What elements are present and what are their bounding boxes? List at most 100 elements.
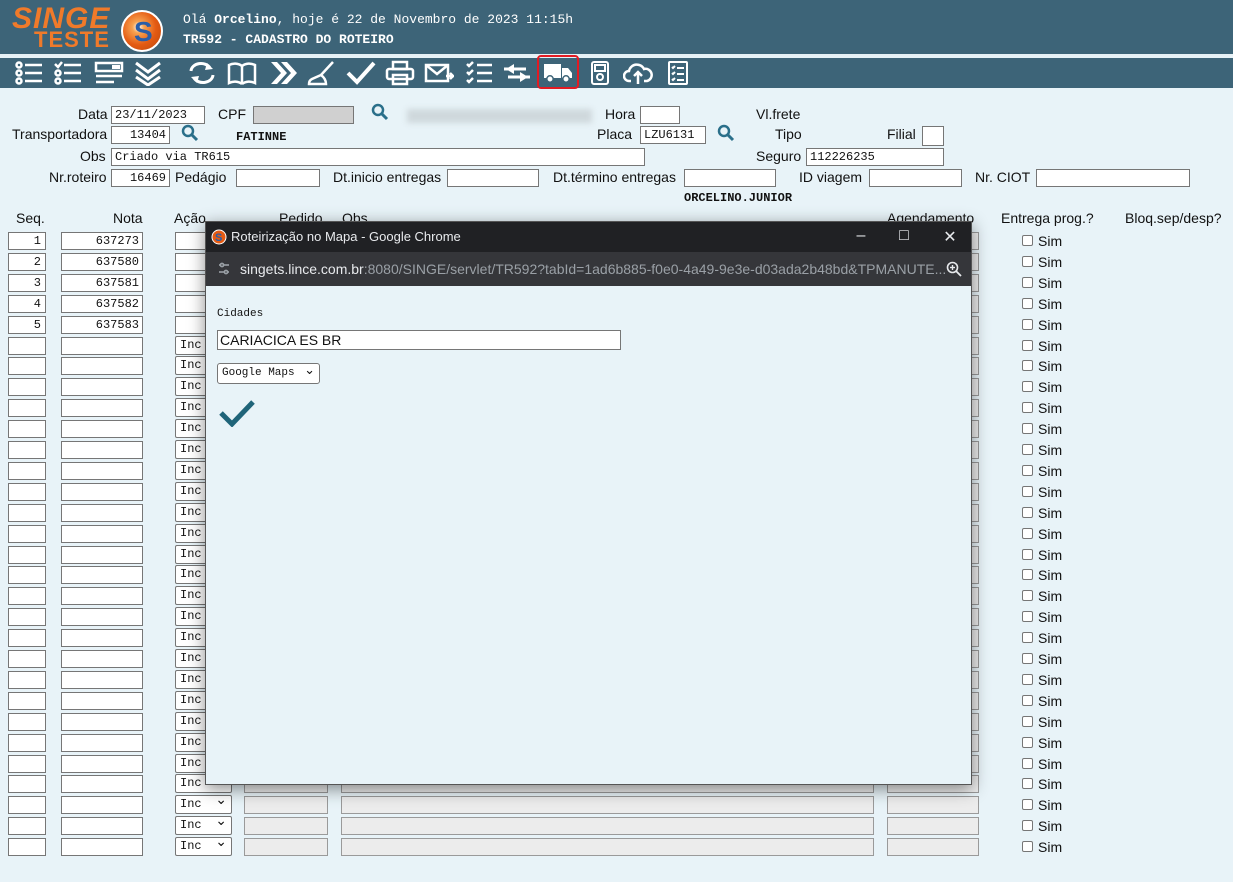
form-icon[interactable] — [92, 58, 126, 88]
seguro-input[interactable]: 112226235 — [806, 148, 944, 166]
maximize-icon[interactable]: □ — [894, 227, 914, 245]
seq-input[interactable] — [8, 587, 46, 605]
transportadora-search-icon[interactable] — [181, 124, 199, 142]
seq-input[interactable] — [8, 796, 46, 814]
entrega-prog-checkbox[interactable] — [1022, 402, 1033, 413]
entrega-prog-checkbox[interactable] — [1022, 298, 1033, 309]
entrega-prog-checkbox[interactable] — [1022, 277, 1033, 288]
seq-input[interactable] — [8, 608, 46, 626]
entrega-prog-checkbox[interactable] — [1022, 549, 1033, 560]
cloud-upload-icon[interactable] — [621, 58, 655, 88]
nrciot-input[interactable] — [1036, 169, 1190, 187]
entrega-prog-checkbox[interactable] — [1022, 611, 1033, 622]
entrega-prog-checkbox[interactable] — [1022, 695, 1033, 706]
entrega-prog-checkbox[interactable] — [1022, 360, 1033, 371]
nota-input[interactable]: 637582 — [61, 295, 143, 313]
seq-input[interactable] — [8, 337, 46, 355]
seq-input[interactable] — [8, 713, 46, 731]
data-input[interactable]: 23/11/2023 — [111, 106, 205, 124]
double-chevron-down-icon[interactable] — [131, 58, 165, 88]
nota-input[interactable] — [61, 629, 143, 647]
nota-input[interactable] — [61, 546, 143, 564]
seq-input[interactable] — [8, 357, 46, 375]
obs-cell-input[interactable] — [341, 838, 874, 856]
pedido-input[interactable] — [244, 838, 328, 856]
entrega-prog-checkbox[interactable] — [1022, 632, 1033, 643]
entrega-prog-checkbox[interactable] — [1022, 381, 1033, 392]
seq-input[interactable] — [8, 525, 46, 543]
transfer-icon[interactable] — [500, 58, 534, 88]
pedido-input[interactable] — [244, 796, 328, 814]
entrega-prog-checkbox[interactable] — [1022, 465, 1033, 476]
acao-select[interactable]: Inc — [175, 834, 232, 856]
entrega-prog-checkbox[interactable] — [1022, 590, 1033, 601]
entrega-prog-checkbox[interactable] — [1022, 528, 1033, 539]
seq-input[interactable] — [8, 504, 46, 522]
seq-input[interactable]: 2 — [8, 253, 46, 271]
seq-input[interactable]: 4 — [8, 295, 46, 313]
nota-input[interactable] — [61, 587, 143, 605]
acao-select[interactable]: Inc — [175, 792, 232, 814]
seq-input[interactable] — [8, 566, 46, 584]
checkmark-icon[interactable] — [344, 58, 378, 88]
refresh-icon[interactable] — [185, 58, 219, 88]
nota-input[interactable] — [61, 608, 143, 626]
seq-input[interactable]: 1 — [8, 232, 46, 250]
nota-input[interactable] — [61, 420, 143, 438]
nota-input[interactable] — [61, 734, 143, 752]
entrega-prog-checkbox[interactable] — [1022, 569, 1033, 580]
entrega-prog-checkbox[interactable] — [1022, 778, 1033, 789]
archive-box-icon[interactable] — [583, 58, 617, 88]
entrega-prog-checkbox[interactable] — [1022, 716, 1033, 727]
list-numbered-icon[interactable] — [12, 58, 46, 88]
obs-cell-input[interactable] — [341, 796, 874, 814]
entrega-prog-checkbox[interactable] — [1022, 444, 1033, 455]
seq-input[interactable] — [8, 671, 46, 689]
nota-input[interactable]: 637583 — [61, 316, 143, 334]
seq-input[interactable] — [8, 378, 46, 396]
entrega-prog-checkbox[interactable] — [1022, 486, 1033, 497]
transportadora-input[interactable]: 13404 — [111, 126, 170, 144]
obs-cell-input[interactable] — [341, 817, 874, 835]
nota-input[interactable] — [61, 713, 143, 731]
nota-input[interactable] — [61, 838, 143, 856]
entrega-prog-checkbox[interactable] — [1022, 653, 1033, 664]
nota-input[interactable] — [61, 755, 143, 773]
close-icon[interactable]: ✕ — [940, 227, 960, 247]
list-check-icon[interactable] — [51, 58, 85, 88]
nota-input[interactable] — [61, 441, 143, 459]
pedagio-input[interactable] — [236, 169, 320, 187]
agendamento-input[interactable] — [887, 796, 979, 814]
seq-input[interactable] — [8, 420, 46, 438]
minimize-icon[interactable]: – — [851, 227, 871, 245]
nota-input[interactable] — [61, 378, 143, 396]
seq-input[interactable]: 5 — [8, 316, 46, 334]
seq-input[interactable] — [8, 650, 46, 668]
nota-input[interactable]: 637580 — [61, 253, 143, 271]
seq-input[interactable] — [8, 734, 46, 752]
popup-url[interactable]: singets.lince.com.br:8080/SINGE/servlet/… — [240, 261, 946, 277]
entrega-prog-checkbox[interactable] — [1022, 256, 1033, 267]
acao-select[interactable]: Inc — [175, 813, 232, 835]
nota-input[interactable] — [61, 796, 143, 814]
entrega-prog-checkbox[interactable] — [1022, 799, 1033, 810]
seq-input[interactable] — [8, 629, 46, 647]
nota-input[interactable] — [61, 525, 143, 543]
placa-search-icon[interactable] — [717, 124, 735, 142]
entrega-prog-checkbox[interactable] — [1022, 674, 1033, 685]
double-chevron-right-icon[interactable] — [265, 58, 299, 88]
book-icon[interactable] — [225, 58, 259, 88]
nota-input[interactable]: 637581 — [61, 274, 143, 292]
idviagem-input[interactable] — [869, 169, 962, 187]
seq-input[interactable] — [8, 546, 46, 564]
site-info-icon[interactable] — [218, 262, 230, 276]
nota-input[interactable] — [61, 692, 143, 710]
entrega-prog-checkbox[interactable] — [1022, 507, 1033, 518]
dtinicio-input[interactable] — [447, 169, 539, 187]
nota-input[interactable]: 637273 — [61, 232, 143, 250]
entrega-prog-checkbox[interactable] — [1022, 737, 1033, 748]
nota-input[interactable] — [61, 399, 143, 417]
agendamento-input[interactable] — [887, 817, 979, 835]
entrega-prog-checkbox[interactable] — [1022, 235, 1033, 246]
email-send-icon[interactable] — [422, 58, 456, 88]
